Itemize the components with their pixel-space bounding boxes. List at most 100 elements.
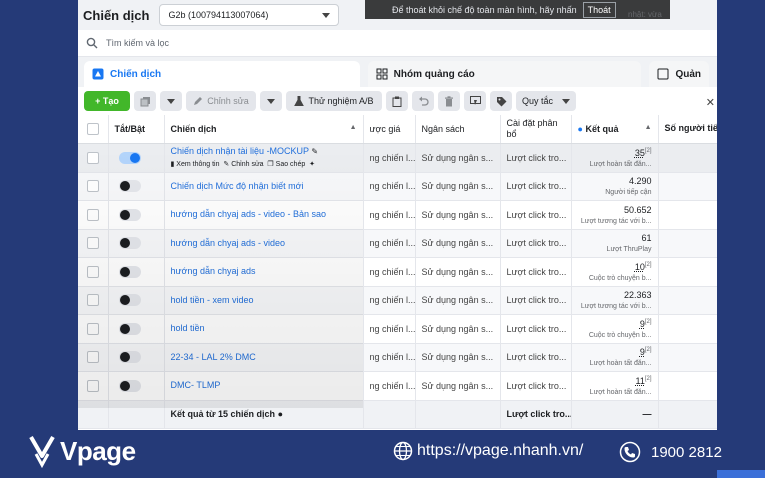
result-value: 11: [635, 375, 645, 386]
result-value-wrap: 9[2]: [578, 345, 652, 358]
campaign-name-link[interactable]: Chiến dịch nhận tài liệu -MOCKUP: [171, 146, 309, 156]
col-bid[interactable]: ược giá: [363, 115, 416, 144]
close-icon[interactable]: ✕: [706, 96, 715, 109]
flask-icon: [294, 96, 305, 106]
pencil-icon[interactable]: ✎: [311, 147, 318, 156]
row-checkbox-cell: [78, 343, 109, 372]
clipboard-button[interactable]: [386, 91, 408, 111]
summary-label: Kết quả từ 15 chiến dịch ●: [164, 400, 364, 429]
delete-button[interactable]: [438, 91, 460, 111]
campaign-toggle[interactable]: [118, 322, 141, 335]
undo-button[interactable]: [412, 91, 434, 111]
table-row[interactable]: Chiến dịch Mức độ nhận biết mới ng chiến …: [78, 172, 717, 201]
campaign-name-link[interactable]: Chiến dịch Mức độ nhận biết mới: [171, 181, 304, 191]
campaign-toggle[interactable]: [118, 379, 141, 392]
tab-label: Chiến dịch: [110, 68, 162, 80]
result-cell: 9[2] Lượt hoàn tất đăn...: [571, 343, 659, 372]
undo-icon: [418, 96, 429, 106]
ab-test-button[interactable]: Thử nghiệm A/B: [286, 91, 382, 111]
tab-ad-sets[interactable]: Nhóm quảng cáo: [367, 61, 642, 87]
col-results[interactable]: ● Kết quả ▲: [571, 115, 659, 144]
tag-button[interactable]: [490, 91, 512, 111]
budget-cell: Sử dụng ngân s...: [415, 143, 501, 173]
summary-empty: [658, 400, 717, 429]
campaign-name-link[interactable]: DMC- TLMP: [171, 380, 221, 390]
preview-button[interactable]: [464, 91, 486, 111]
result-value: 50.652: [623, 204, 652, 215]
create-button[interactable]: + Tạo: [84, 91, 130, 111]
row-checkbox[interactable]: [86, 180, 99, 193]
result-value-wrap: 22.363: [578, 288, 652, 301]
table-row[interactable]: hold tiền - xem video ng chiến l... Sử dụn…: [78, 286, 717, 315]
result-label: Lượt tương tác với b...: [580, 217, 652, 225]
campaign-name-link[interactable]: hold tiền: [171, 323, 205, 333]
tab-campaigns[interactable]: Chiến dịch: [84, 61, 360, 87]
tab-ads[interactable]: Quản: [649, 61, 709, 87]
exit-fullscreen-button[interactable]: Thoát: [582, 1, 616, 18]
row-checkbox[interactable]: [86, 294, 99, 307]
campaign-toggle[interactable]: [118, 294, 141, 307]
accent-strip: [717, 470, 765, 478]
summary-result: —: [571, 400, 659, 429]
col-campaign[interactable]: Chiến dịch ▲: [164, 115, 364, 144]
budget-cell: Sử dụng ngân s...: [415, 343, 501, 372]
row-checkbox[interactable]: [86, 351, 99, 364]
summary-row: Kết quả từ 15 chiến dịch ● Lượt click tr…: [78, 400, 717, 429]
campaign-toggle[interactable]: [118, 351, 141, 364]
rules-button[interactable]: Quy tắc: [516, 91, 576, 111]
footer-phone[interactable]: 1900 2812: [619, 441, 722, 463]
tab-label: Nhóm quảng cáo: [393, 68, 475, 80]
bid-cell: ng chiến l...: [363, 314, 416, 344]
website-url: https://vpage.nhanh.vn/: [417, 442, 584, 459]
table-row[interactable]: hướng dẫn chyaj ads - video ng chiến l...…: [78, 229, 717, 258]
copy-action[interactable]: ❐ Sao chép: [267, 161, 305, 168]
campaign-toggle[interactable]: [118, 237, 141, 250]
result-value: 35: [634, 147, 645, 158]
search-input[interactable]: [106, 38, 406, 48]
table-row[interactable]: Chiến dịch nhận tài liệu -MOCKUP ✎ ▮ Xem …: [78, 143, 717, 173]
select-all-checkbox[interactable]: [86, 122, 99, 135]
col-budget[interactable]: Ngân sách: [415, 115, 501, 144]
row-checkbox[interactable]: [86, 265, 99, 278]
col-people[interactable]: Số người tiếp cận: [658, 115, 717, 144]
result-cell: 35[2] Lượt hoàn tất đăn...: [571, 143, 659, 173]
campaign-name-link[interactable]: 22-34 - LAL 2% DMC: [171, 352, 256, 362]
toggle-cell: [108, 286, 165, 315]
bid-cell: ng chiến l...: [363, 229, 416, 258]
bid-cell: ng chiến l...: [363, 257, 416, 287]
col-toggle[interactable]: Tắt/Bật: [108, 115, 165, 144]
table-row[interactable]: DMC- TLMP ng chiến l... Sử dụng ngân s... L…: [78, 371, 717, 401]
row-checkbox[interactable]: [86, 322, 99, 335]
row-checkbox[interactable]: [86, 237, 99, 250]
duplicate-dropdown[interactable]: [160, 91, 182, 111]
campaign-toggle[interactable]: [118, 265, 141, 278]
row-checkbox[interactable]: [86, 379, 99, 392]
view-action[interactable]: ▮ Xem thông tin: [171, 161, 220, 168]
campaign-toggle[interactable]: [118, 180, 141, 193]
table-row[interactable]: hướng dẫn chyaj ads ng chiến l... Sử dụng …: [78, 257, 717, 287]
table-row[interactable]: hướng dẫn chyaj ads - video - Bản sao ng …: [78, 200, 717, 230]
toggle-cell: [108, 143, 165, 173]
toggle-cell: [108, 172, 165, 201]
col-attribution[interactable]: Cài đặt phân bổ: [500, 115, 572, 144]
table-row[interactable]: hold tiền ng chiến l... Sử dụng ngân s... L…: [78, 314, 717, 344]
campaign-name-link[interactable]: hướng dẫn chyaj ads - video - Bản sao: [171, 209, 327, 219]
row-checkbox[interactable]: [86, 208, 99, 221]
duplicate-button[interactable]: [134, 91, 156, 111]
campaign-toggle[interactable]: [118, 151, 141, 164]
edit-button[interactable]: Chỉnh sửa: [186, 91, 256, 111]
row-checkbox[interactable]: [86, 151, 99, 164]
bid-cell: ng chiến l...: [363, 343, 416, 372]
edit-dropdown[interactable]: [260, 91, 282, 111]
campaign-name-link[interactable]: hold tiền - xem video: [171, 295, 254, 305]
preview-icon: [469, 96, 481, 105]
campaign-name-link[interactable]: hướng dẫn chyaj ads - video: [171, 238, 286, 248]
edit-action[interactable]: ✎ Chỉnh sửa: [223, 161, 263, 168]
table-row[interactable]: 22-34 - LAL 2% DMC ng chiến l... Sử dụng n…: [78, 343, 717, 372]
campaign-toggle[interactable]: [118, 208, 141, 221]
fullscreen-toast: Để thoát khỏi chế độ toàn màn hình, hãy …: [365, 0, 670, 19]
account-select[interactable]: G2b (100794113007064): [159, 4, 340, 26]
campaign-name-link[interactable]: hướng dẫn chyaj ads: [171, 266, 256, 276]
footer-website[interactable]: https://vpage.nhanh.vn/: [393, 441, 583, 461]
pin-icon[interactable]: ✦: [309, 161, 315, 168]
